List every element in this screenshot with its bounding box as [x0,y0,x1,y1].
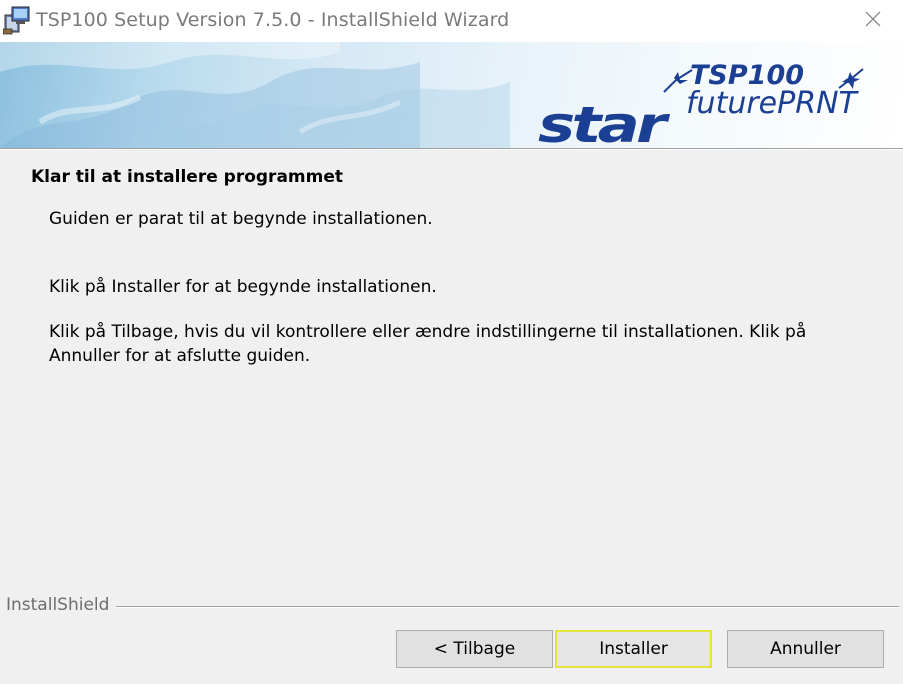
header-banner: star TSP100 futurePRNT [0,42,903,148]
window-title: TSP100 Setup Version 7.5.0 - InstallShie… [36,9,510,31]
install-button[interactable]: Installer [555,630,712,668]
installshield-label: InstallShield [6,595,110,615]
title-bar: TSP100 Setup Version 7.5.0 - InstallShie… [0,0,903,42]
cancel-button[interactable]: Annuller [727,630,884,668]
close-icon [865,11,881,31]
description-back-line2: Annuller for at afslutte guiden. [49,346,311,366]
description-install: Klik på Installer for at begynde install… [49,277,437,297]
star-logo: star [538,96,667,148]
page-heading: Klar til at installere programmet [31,167,343,187]
description-ready: Guiden er parat til at begynde installat… [49,209,433,229]
back-button[interactable]: < Tilbage [396,630,553,668]
description-back-line1: Klik på Tilbage, hvis du vil kontrollere… [49,322,807,342]
setup-package-icon [2,5,31,35]
description-back-cancel: Klik på Tilbage, hvis du vil kontrollere… [49,320,806,368]
close-button[interactable] [843,0,903,42]
logo-product: futurePRNT [686,86,857,121]
